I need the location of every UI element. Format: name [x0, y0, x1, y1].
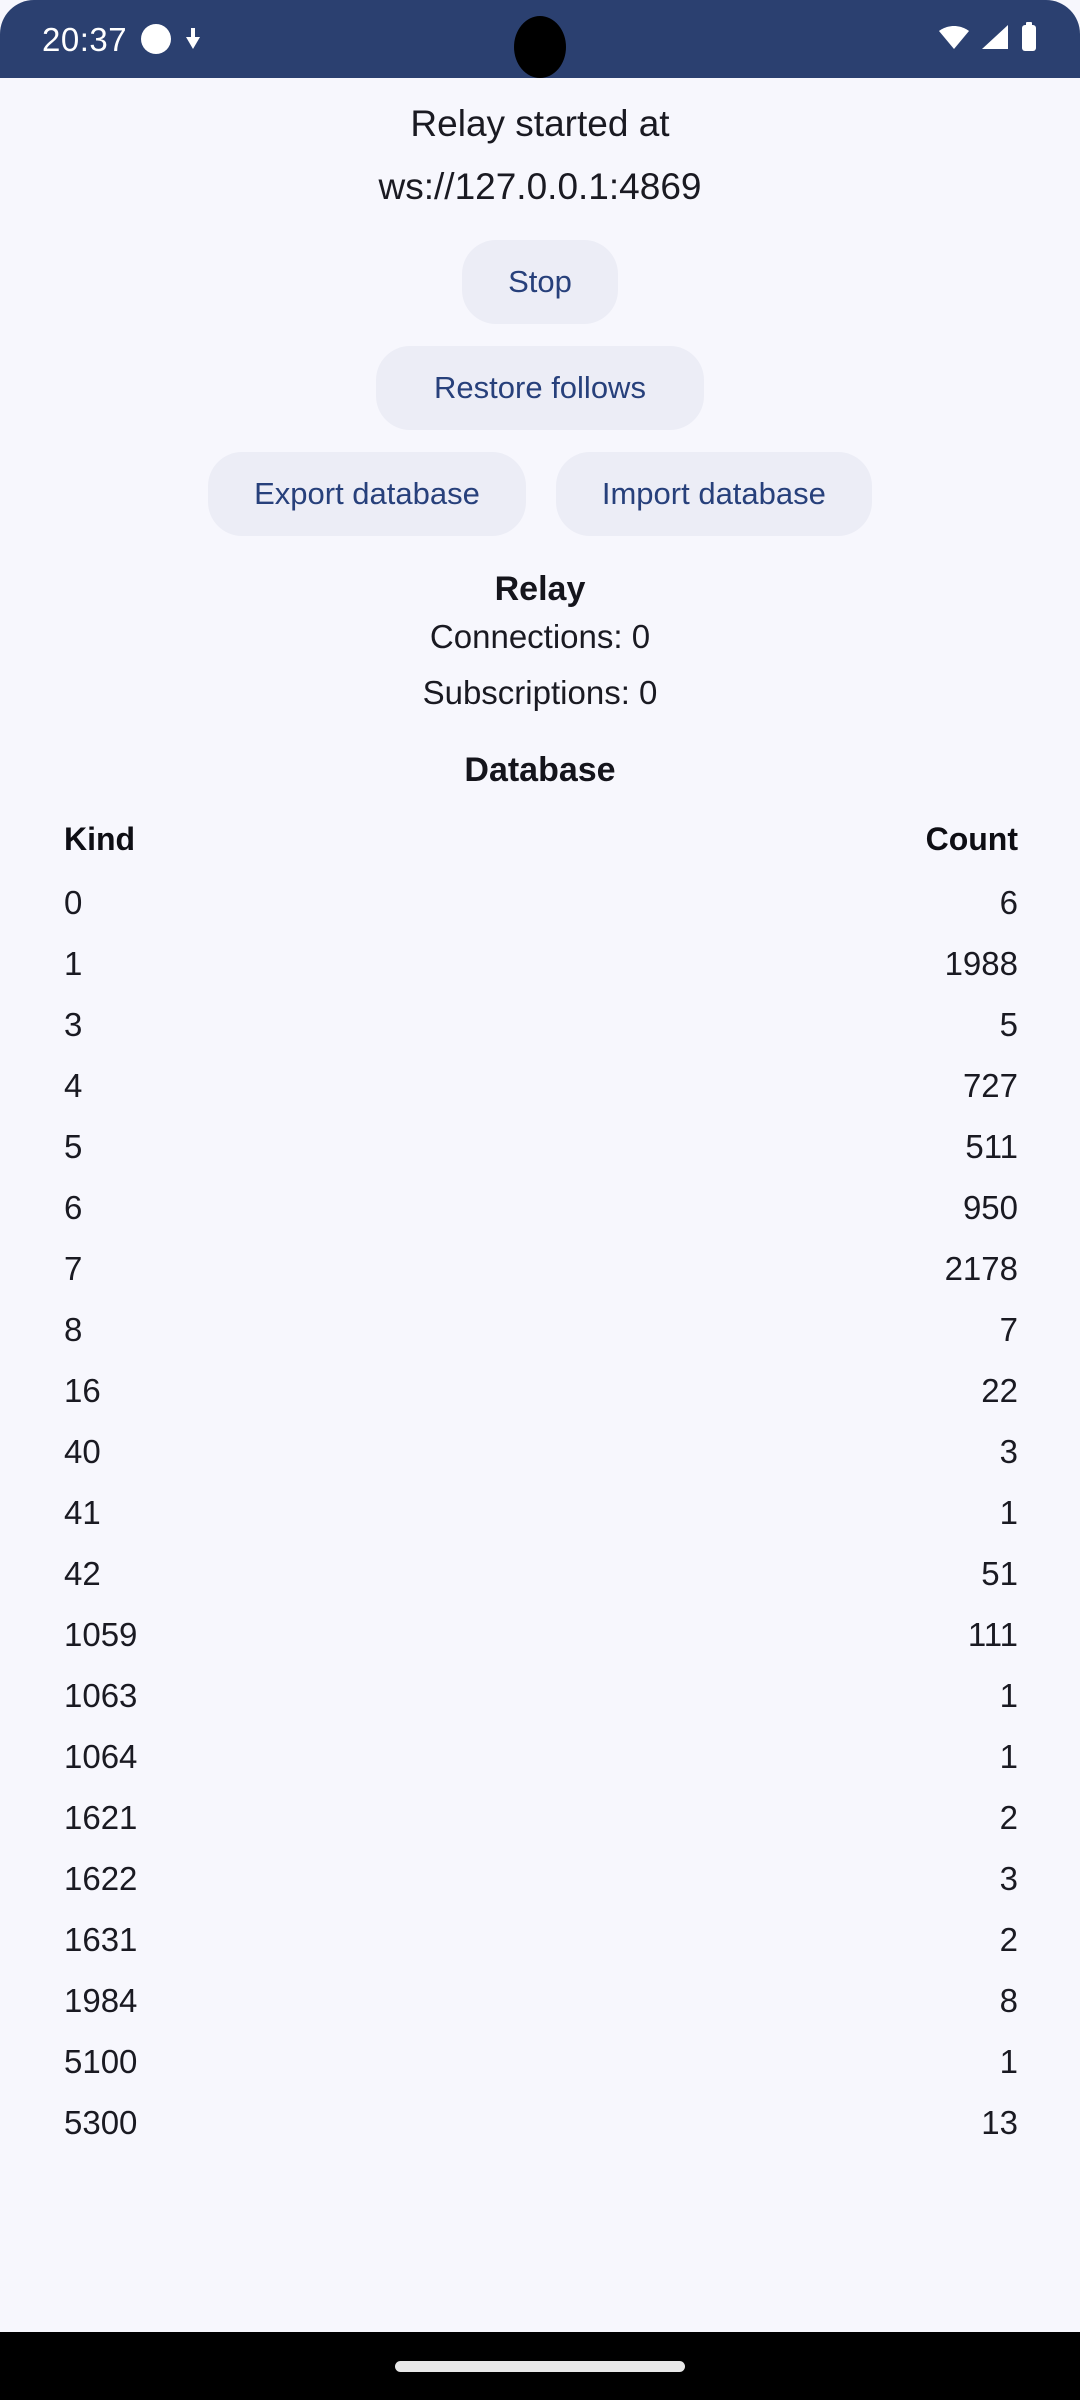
restore-follows-button[interactable]: Restore follows [376, 346, 704, 430]
table-row: 41 1 [64, 1482, 1018, 1543]
restore-follows-row: Restore follows [0, 346, 1080, 430]
cell-count: 511 [965, 1128, 1018, 1165]
table-row: 4 727 [64, 1055, 1018, 1116]
cell-count: 1 [999, 2043, 1018, 2080]
cell-kind: 1063 [64, 1677, 138, 1714]
table-header-row: Kind Count [64, 812, 1018, 866]
table-row: 16 22 [64, 1360, 1018, 1421]
status-bar-right [938, 21, 1038, 57]
stop-button[interactable]: Stop [462, 240, 618, 324]
status-bar-left: 20:37 [42, 23, 201, 56]
cell-kind: 41 [64, 1494, 101, 1531]
table-row: 1059 111 [64, 1604, 1018, 1665]
cell-count: 13 [981, 2104, 1018, 2141]
table-row: 5 511 [64, 1116, 1018, 1177]
cell-count: 1 [999, 1738, 1018, 1775]
column-header-count: Count [925, 821, 1018, 857]
database-kind-table: Kind Count 0 6 1 1988 3 5 4 727 5 511 6 950 7 2178 8 7 1… [0, 812, 1080, 2153]
cell-kind: 1621 [64, 1799, 138, 1836]
relay-section-title: Relay [494, 570, 586, 608]
table-row: 1621 2 [64, 1787, 1018, 1848]
cell-count: 6 [999, 884, 1018, 921]
table-row: 35 [64, 994, 1018, 1055]
table-row: 1984 8 [64, 1970, 1018, 2031]
table-row: 40 3 [64, 1421, 1018, 1482]
table-row: 87 [64, 1299, 1018, 1360]
database-section-title: Database [464, 751, 616, 789]
cell-kind: 0 [64, 884, 83, 921]
cell-count: 3 [999, 1433, 1018, 1470]
cellular-signal-icon [980, 23, 1010, 56]
table-row: 06 [64, 872, 1018, 933]
download-icon [185, 28, 201, 50]
table-row: 42 51 [64, 1543, 1018, 1604]
cell-kind: 5100 [64, 2043, 138, 2080]
status-bar: 20:37 [0, 0, 1080, 78]
cell-count: 950 [962, 1189, 1018, 1226]
cell-count: 5 [999, 1006, 1018, 1043]
cell-count: 51 [981, 1555, 1018, 1592]
cell-count: 2 [999, 1799, 1018, 1836]
table-row: 7 2178 [64, 1238, 1018, 1299]
relay-status-line-1: Relay started at [410, 103, 670, 144]
import-database-button[interactable]: Import database [555, 452, 872, 536]
cell-count: 1 [999, 1677, 1018, 1714]
cell-kind: 1984 [64, 1982, 138, 2019]
cell-count: 727 [962, 1067, 1018, 1104]
wifi-icon [938, 23, 970, 56]
cell-kind: 1 [64, 945, 83, 982]
cell-count: 1 [999, 1494, 1018, 1531]
relay-subscriptions-stat: Subscriptions: 0 [422, 674, 658, 711]
cell-kind: 40 [64, 1433, 101, 1470]
table-row: 1622 3 [64, 1848, 1018, 1909]
cell-kind: 5 [64, 1128, 83, 1165]
cell-kind: 1631 [64, 1921, 138, 1958]
status-bar-clock: 20:37 [42, 20, 128, 58]
home-gesture-pill[interactable] [395, 2360, 685, 2372]
cell-kind: 6 [64, 1189, 83, 1226]
system-navigation-bar [0, 2332, 1080, 2400]
cell-count: 111 [967, 1616, 1018, 1653]
table-row: 5300 13 [64, 2092, 1018, 2153]
cell-count: 3 [999, 1860, 1018, 1897]
cell-kind: 1059 [64, 1616, 138, 1653]
cell-count: 1988 [944, 945, 1018, 982]
cell-count: 22 [981, 1372, 1018, 1409]
phone-screen: 20:37 Relay started at ws://127.0.0.1:48… [0, 0, 1080, 2400]
table-row: 1 1988 [64, 933, 1018, 994]
camera-punch-hole [514, 16, 566, 78]
cell-kind: 3 [64, 1006, 83, 1043]
table-row: 5100 1 [64, 2031, 1018, 2092]
battery-icon [1020, 21, 1038, 57]
cell-kind: 4 [64, 1067, 83, 1104]
stop-button-row: Stop [0, 240, 1080, 324]
cell-kind: 16 [64, 1372, 101, 1409]
cell-kind: 1622 [64, 1860, 138, 1897]
table-row: 1064 1 [64, 1726, 1018, 1787]
cell-kind: 42 [64, 1555, 101, 1592]
cell-kind: 1064 [64, 1738, 138, 1775]
table-row: 1063 1 [64, 1665, 1018, 1726]
database-io-row: Export database Import database [0, 452, 1080, 536]
relay-connections-stat: Connections: 0 [429, 618, 651, 655]
column-header-kind: Kind [64, 821, 136, 857]
cell-count: 7 [999, 1311, 1018, 1348]
table-body: 0 6 1 1988 3 5 4 727 5 511 6 950 7 2178 8 7 16 22 40 3 41 1 42… [64, 872, 1018, 2153]
main-content: Relay started at ws://127.0.0.1:4869 Sto… [0, 78, 1080, 2400]
relay-status-url: ws://127.0.0.1:4869 [378, 166, 702, 207]
cell-kind: 5300 [64, 2104, 138, 2141]
cell-count: 2 [999, 1921, 1018, 1958]
cell-kind: 7 [64, 1250, 83, 1287]
table-row: 6 950 [64, 1177, 1018, 1238]
cell-kind: 8 [64, 1311, 83, 1348]
cell-count: 2178 [944, 1250, 1018, 1287]
cell-count: 8 [999, 1982, 1018, 2019]
export-database-button[interactable]: Export database [208, 452, 526, 536]
circle-indicator-icon [141, 24, 172, 54]
table-row: 1631 2 [64, 1909, 1018, 1970]
